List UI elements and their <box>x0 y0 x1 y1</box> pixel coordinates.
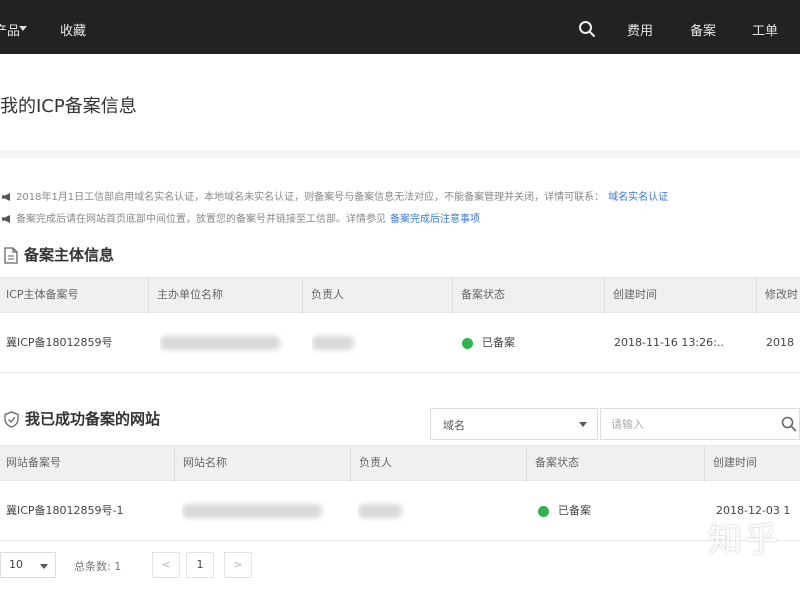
document-icon <box>4 247 18 264</box>
total-count: 总条数: 1 <box>74 560 122 573</box>
column-header: 创建时间 <box>704 446 800 482</box>
filter-type-select[interactable]: 域名 <box>430 408 598 440</box>
products-menu[interactable]: 产品 <box>0 20 20 39</box>
speaker-icon <box>2 193 10 201</box>
next-page-button[interactable]: > <box>224 552 252 578</box>
principal-cell <box>358 481 418 541</box>
redacted-text <box>358 504 402 518</box>
notice-text: 2018年1月1日工信部启用域名实名认证，本地域名未实名认证，则备案号与备案信息… <box>16 192 605 203</box>
sponsor-name-cell <box>160 313 290 373</box>
prev-page-button[interactable]: < <box>152 552 180 578</box>
redacted-text <box>312 336 354 350</box>
notice-text: 备案完成后请在网站首页底部中间位置，放置您的备案号并链接至工信部。详情参见 <box>16 214 386 225</box>
shield-check-icon <box>4 411 19 428</box>
created-time-cell: 2018-11-16 13:26:.. <box>614 336 724 349</box>
status-text: 已备案 <box>482 336 515 349</box>
search-input[interactable] <box>601 409 771 439</box>
status-cell: 已备案 <box>538 481 688 541</box>
status-cell: 已备案 <box>462 313 592 373</box>
column-header: ICP主体备案号 <box>6 288 79 301</box>
filter-type-value: 域名 <box>443 419 465 432</box>
column-header: 备案状态 <box>526 446 704 482</box>
watermark: 知乎 <box>708 520 780 560</box>
table-header: ICP主体备案号 主办单位名称 负责人 备案状态 创建时间 修改时 <box>0 277 800 314</box>
column-header: 负责人 <box>350 446 526 482</box>
column-header: 负责人 <box>302 278 452 314</box>
page-size-select[interactable]: 10 <box>0 552 56 578</box>
section-title-text: 备案主体信息 <box>24 246 115 264</box>
status-text: 已备案 <box>558 504 591 517</box>
page-title: 我的ICP备案信息 <box>0 96 137 117</box>
site-number-cell: 冀ICP备18012859号-1 <box>6 504 124 517</box>
section-title-text: 我已成功备案的网站 <box>25 410 161 428</box>
page-number-button[interactable]: 1 <box>186 552 214 578</box>
search-icon[interactable] <box>578 20 596 38</box>
column-header: 网站备案号 <box>6 456 61 469</box>
redacted-text <box>160 336 280 350</box>
beian-link[interactable]: 备案 <box>690 20 716 39</box>
status-dot-icon <box>538 505 549 517</box>
speaker-icon <box>2 215 10 223</box>
notice-link[interactable]: 备案完成后注意事项 <box>390 214 480 225</box>
top-navigation-bar: 产品 收藏 费用 备案 工单 <box>0 0 800 54</box>
search-box <box>600 408 800 440</box>
site-name-cell <box>182 481 332 541</box>
column-header: 网站名称 <box>174 446 350 482</box>
search-icon[interactable] <box>781 416 797 432</box>
chevron-down-icon <box>40 564 48 569</box>
table-header: 网站备案号 网站名称 负责人 备案状态 创建时间 <box>0 445 800 482</box>
modified-time-cell: 2018 <box>766 336 794 349</box>
column-header: 备案状态 <box>452 278 604 314</box>
principal-cell <box>312 313 372 373</box>
notice-line: 2018年1月1日工信部启用域名实名认证，本地域名未实名认证，则备案号与备案信息… <box>2 188 668 203</box>
page-size-value: 10 <box>9 558 23 571</box>
chevron-down-icon <box>579 422 587 427</box>
notice-line: 备案完成后请在网站首页底部中间位置，放置您的备案号并链接至工信部。详情参见 备案完… <box>2 210 480 225</box>
icp-number-cell: 冀ICP备18012859号 <box>6 336 113 349</box>
fee-link[interactable]: 费用 <box>627 20 653 39</box>
status-dot-icon <box>462 337 473 349</box>
chevron-down-icon[interactable] <box>19 26 27 31</box>
column-header: 主办单位名称 <box>148 278 302 314</box>
section-title-subject: 备案主体信息 <box>4 244 114 265</box>
column-header: 创建时间 <box>604 278 756 314</box>
ticket-link[interactable]: 工单 <box>752 20 778 39</box>
divider <box>0 150 800 158</box>
favorites-link[interactable]: 收藏 <box>60 20 86 39</box>
column-header: 修改时 <box>756 278 800 314</box>
table-row: 冀ICP备18012859号 已备案 2018-11-16 13:26:.. 2… <box>0 313 800 373</box>
section-title-sites: 我已成功备案的网站 <box>4 408 160 429</box>
notice-link[interactable]: 域名实名认证 <box>608 192 668 203</box>
redacted-text <box>182 504 322 518</box>
table-row: 冀ICP备18012859号-1 已备案 2018-12-03 1 <box>0 481 800 541</box>
